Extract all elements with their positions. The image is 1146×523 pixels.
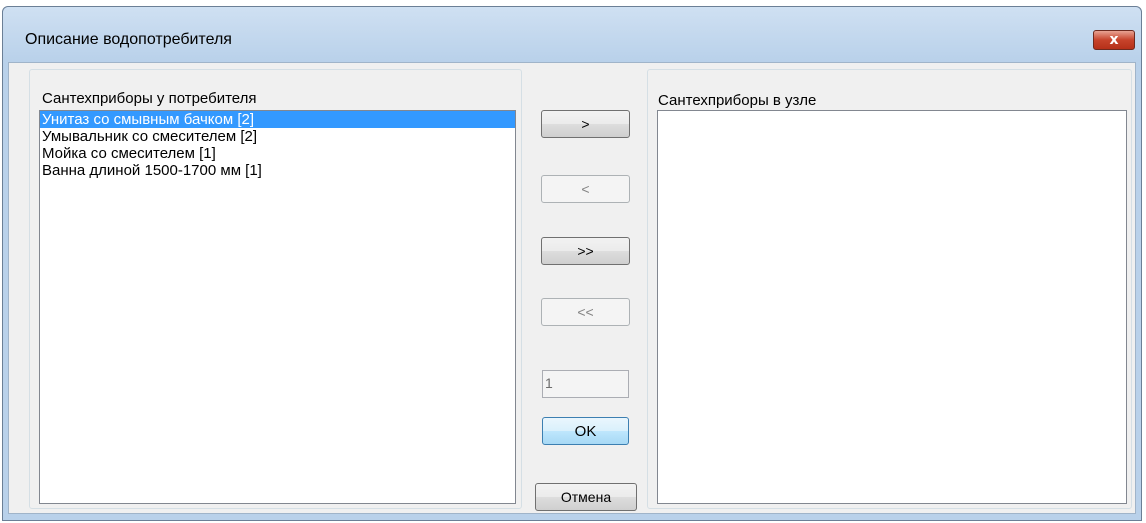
node-fixtures-group: Сантехприборы в узле — [647, 69, 1132, 509]
move-all-left-button[interactable]: << — [541, 298, 630, 326]
close-icon: x — [1109, 32, 1119, 48]
consumer-fixtures-group: Сантехприборы у потребителя Унитаз со см… — [29, 69, 522, 509]
node-fixtures-list[interactable] — [657, 110, 1127, 504]
consumer-fixtures-list[interactable]: Унитаз со смывным бачком [2] Умывальник … — [39, 110, 516, 504]
close-button[interactable]: x — [1093, 30, 1135, 50]
dialog-client-area: Сантехприборы у потребителя Унитаз со см… — [8, 62, 1136, 514]
list-item[interactable]: Унитаз со смывным бачком [2] — [40, 111, 515, 128]
dialog-title: Описание водопотребителя — [25, 31, 232, 48]
cancel-button[interactable]: Отмена — [535, 483, 637, 511]
move-left-button[interactable]: < — [541, 175, 630, 203]
list-item[interactable]: Ванна длиной 1500-1700 мм [1] — [40, 162, 515, 179]
move-right-button[interactable]: > — [541, 110, 630, 138]
ok-button[interactable]: OK — [542, 417, 629, 445]
move-all-right-button[interactable]: >> — [541, 237, 630, 265]
quantity-field[interactable]: 1 — [542, 370, 629, 398]
dialog-window: Описание водопотребителя x Сантехприборы… — [2, 6, 1142, 521]
list-item[interactable]: Умывальник со смесителем [2] — [40, 128, 515, 145]
node-fixtures-label: Сантехприборы в узле — [658, 92, 817, 109]
title-bar[interactable]: Описание водопотребителя x — [3, 7, 1141, 61]
list-item[interactable]: Мойка со смесителем [1] — [40, 145, 515, 162]
consumer-fixtures-label: Сантехприборы у потребителя — [42, 90, 257, 107]
